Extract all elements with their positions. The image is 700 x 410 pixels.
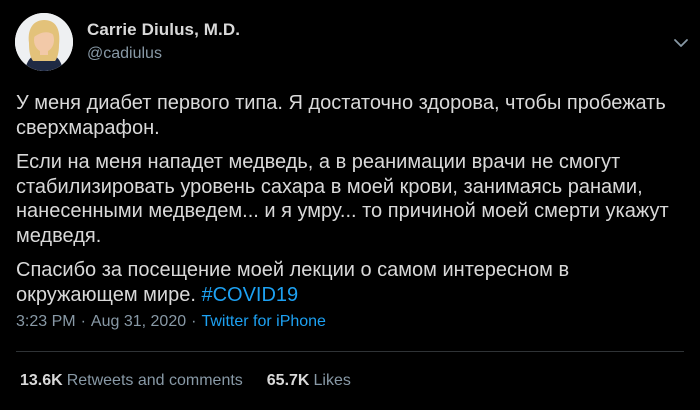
- likes-label: Likes: [313, 372, 351, 389]
- retweets-stat[interactable]: 13.6K Retweets and comments: [20, 372, 243, 390]
- author-display-name[interactable]: Carrie Diulus, M.D.: [87, 19, 240, 41]
- meta-separator: ·: [191, 313, 197, 330]
- author-handle[interactable]: @cadiulus: [87, 43, 240, 65]
- tweet-text: У меня диабет первого типа. Я достаточно…: [16, 91, 686, 317]
- likes-count: 65.7K: [266, 372, 310, 389]
- tweet-source-link[interactable]: Twitter for iPhone: [201, 313, 326, 330]
- meta-separator: ·: [80, 313, 86, 330]
- tweet-stats: 13.6K Retweets and comments 65.7K Likes: [20, 372, 351, 390]
- chevron-down-icon-glyph: [674, 39, 688, 47]
- tweet-time[interactable]: 3:23 PM: [16, 313, 76, 330]
- divider: [16, 351, 684, 352]
- tweet-paragraph-last: Спасибо за посещение моей лекции о самом…: [16, 258, 686, 307]
- tweet-paragraph: У меня диабет первого типа. Я достаточно…: [16, 92, 666, 139]
- tweet-card: Carrie Diulus, M.D. @cadiulus У меня диа…: [0, 0, 700, 410]
- tweet-date[interactable]: Aug 31, 2020: [91, 313, 186, 330]
- tweet-header: Carrie Diulus, M.D. @cadiulus: [15, 12, 240, 72]
- avatar-image: [15, 13, 73, 71]
- tweet-meta: 3:23 PM · Aug 31, 2020 · Twitter for iPhone: [16, 313, 326, 331]
- hashtag-link[interactable]: #COVID19: [201, 284, 298, 306]
- likes-stat[interactable]: 65.7K Likes: [267, 372, 351, 390]
- author-names: Carrie Diulus, M.D. @cadiulus: [87, 19, 240, 65]
- avatar[interactable]: [15, 13, 73, 71]
- tweet-paragraph: Если на меня нападет медведь, а в реаним…: [16, 151, 669, 247]
- chevron-down-icon[interactable]: [672, 34, 690, 52]
- retweets-label: Retweets and comments: [66, 372, 243, 389]
- retweets-count: 13.6K: [20, 372, 63, 389]
